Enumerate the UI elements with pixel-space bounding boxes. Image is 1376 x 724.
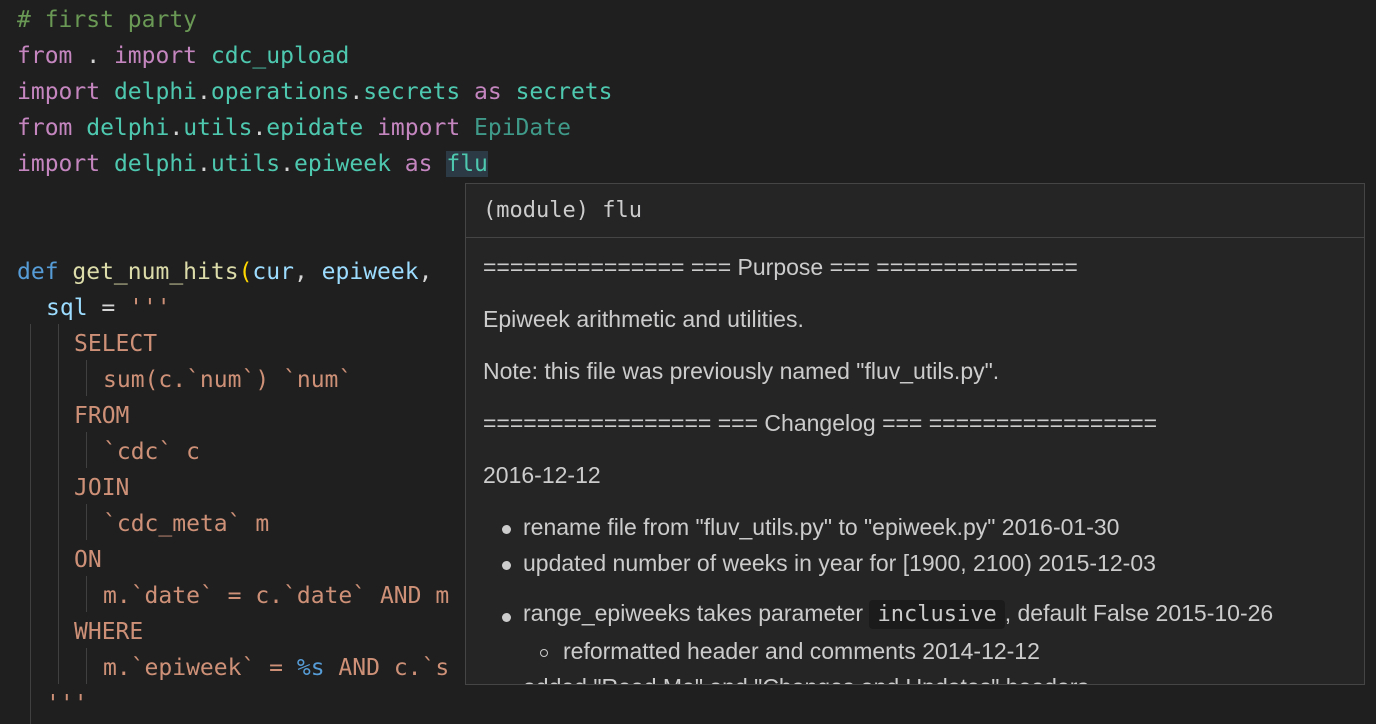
- indent-guide: [86, 504, 87, 540]
- param: cur: [252, 259, 294, 285]
- string: m.`epiweek` =: [103, 655, 297, 681]
- paren: (: [238, 259, 253, 285]
- class-name: EpiDate: [460, 115, 571, 141]
- indent-guide: [58, 324, 59, 684]
- punct: .: [169, 115, 184, 141]
- code-line-3: import delphi.operations.secrets as secr…: [17, 74, 613, 110]
- punct: .: [252, 115, 267, 141]
- code-line-16: ON: [74, 547, 102, 573]
- code-line-14: JOIN: [74, 475, 130, 501]
- sub-list-item: reformatted header and comments 2014-12-…: [563, 638, 1040, 664]
- module-name: epiweek: [294, 151, 391, 177]
- sub-bullet-icon: [540, 649, 548, 657]
- module-alias: secrets: [501, 79, 613, 105]
- code-line-9: sql = ''': [46, 290, 171, 326]
- code-line-2: from . import cdc_upload: [17, 38, 349, 74]
- indent-guide: [86, 360, 87, 396]
- module-name: utils: [210, 151, 281, 177]
- keyword: as: [390, 151, 433, 177]
- punct: .: [197, 151, 211, 177]
- list-item-cut-off: added "Read Me" and "Changes and Updates…: [523, 674, 1089, 684]
- code-line-8: def get_num_hits(cur, epiweek,: [17, 254, 432, 290]
- hover-tooltip[interactable]: (module) flu =============== === Purpose…: [465, 183, 1365, 685]
- keyword: def: [17, 259, 59, 285]
- module-name: operations: [210, 79, 350, 105]
- format-specifier: %s: [296, 655, 325, 681]
- comment: # first party: [17, 7, 198, 33]
- code-line-10: SELECT: [74, 331, 158, 357]
- code-line-12: FROM: [74, 403, 130, 429]
- note: Note: this file was previously named "fl…: [483, 358, 1000, 384]
- keyword: import: [363, 115, 461, 141]
- code-line-11: sum(c.`num`) `num`: [103, 367, 353, 393]
- indent-guide: [86, 648, 87, 684]
- inline-code: inclusive: [869, 600, 1005, 629]
- list-item-text: range_epiweeks takes parameter: [523, 600, 870, 626]
- changelog-date: 2016-12-12: [483, 462, 601, 488]
- description: Epiweek arithmetic and utilities.: [483, 306, 804, 332]
- hover-signature: (module) flu: [466, 184, 1364, 238]
- keyword: import: [17, 79, 101, 105]
- list-item-text: , default False 2015-10-26: [1004, 600, 1274, 626]
- code-line-13: `cdc` c: [103, 439, 200, 465]
- code-line-20: ''': [46, 691, 88, 717]
- string: ''': [129, 295, 171, 321]
- code-line-15: `cdc_meta` m: [103, 511, 270, 537]
- indent-guide: [86, 432, 87, 468]
- param: epiweek: [321, 259, 419, 285]
- variable: sql: [46, 295, 88, 321]
- module-name: cdc_upload: [197, 43, 350, 69]
- code-line-1: # first party: [17, 2, 197, 38]
- code-line-4: from delphi.utils.epidate import EpiDate: [17, 110, 571, 146]
- module-name: epidate: [266, 115, 364, 141]
- module-name: delphi: [72, 115, 170, 141]
- keyword: import: [17, 151, 101, 177]
- punct: .: [197, 79, 211, 105]
- purpose-heading: =============== === Purpose === ========…: [483, 254, 1078, 280]
- code-line-5: import delphi.utils.epiweek as flu: [17, 146, 488, 182]
- punct: .: [349, 79, 364, 105]
- indent-guide: [86, 576, 87, 612]
- keyword: import: [113, 43, 198, 69]
- punct: ,: [293, 259, 322, 285]
- bullet-icon: [502, 561, 511, 570]
- punct: .: [280, 151, 294, 177]
- list-item: updated number of weeks in year for [190…: [523, 550, 1156, 576]
- keyword: as: [460, 79, 502, 105]
- bullet-icon: [502, 525, 511, 534]
- code-line-17: m.`date` = c.`date` AND m: [103, 583, 450, 609]
- list-item: rename file from "fluv_utils.py" to "epi…: [523, 514, 1120, 540]
- code-line-18: WHERE: [74, 619, 144, 645]
- bullet-icon: [502, 613, 511, 622]
- punct: ,: [418, 259, 433, 285]
- indent-guide: [30, 324, 31, 724]
- string: AND c.`s: [324, 655, 450, 681]
- module-name: utils: [183, 115, 253, 141]
- module-name: delphi: [100, 151, 198, 177]
- module-name: delphi: [100, 79, 198, 105]
- punct: .: [72, 43, 114, 69]
- module-name: secrets: [363, 79, 461, 105]
- keyword: from: [17, 43, 73, 69]
- list-item: range_epiweeks takes parameter inclusive…: [523, 600, 1274, 629]
- changelog-heading: ================= === Changelog === ====…: [483, 410, 1158, 436]
- function-name: get_num_hits: [58, 259, 239, 285]
- operator: =: [87, 295, 130, 321]
- hovered-symbol-flu[interactable]: flu: [446, 151, 488, 177]
- keyword: from: [17, 115, 73, 141]
- code-line-19: m.`epiweek` = %s AND c.`s: [103, 650, 449, 686]
